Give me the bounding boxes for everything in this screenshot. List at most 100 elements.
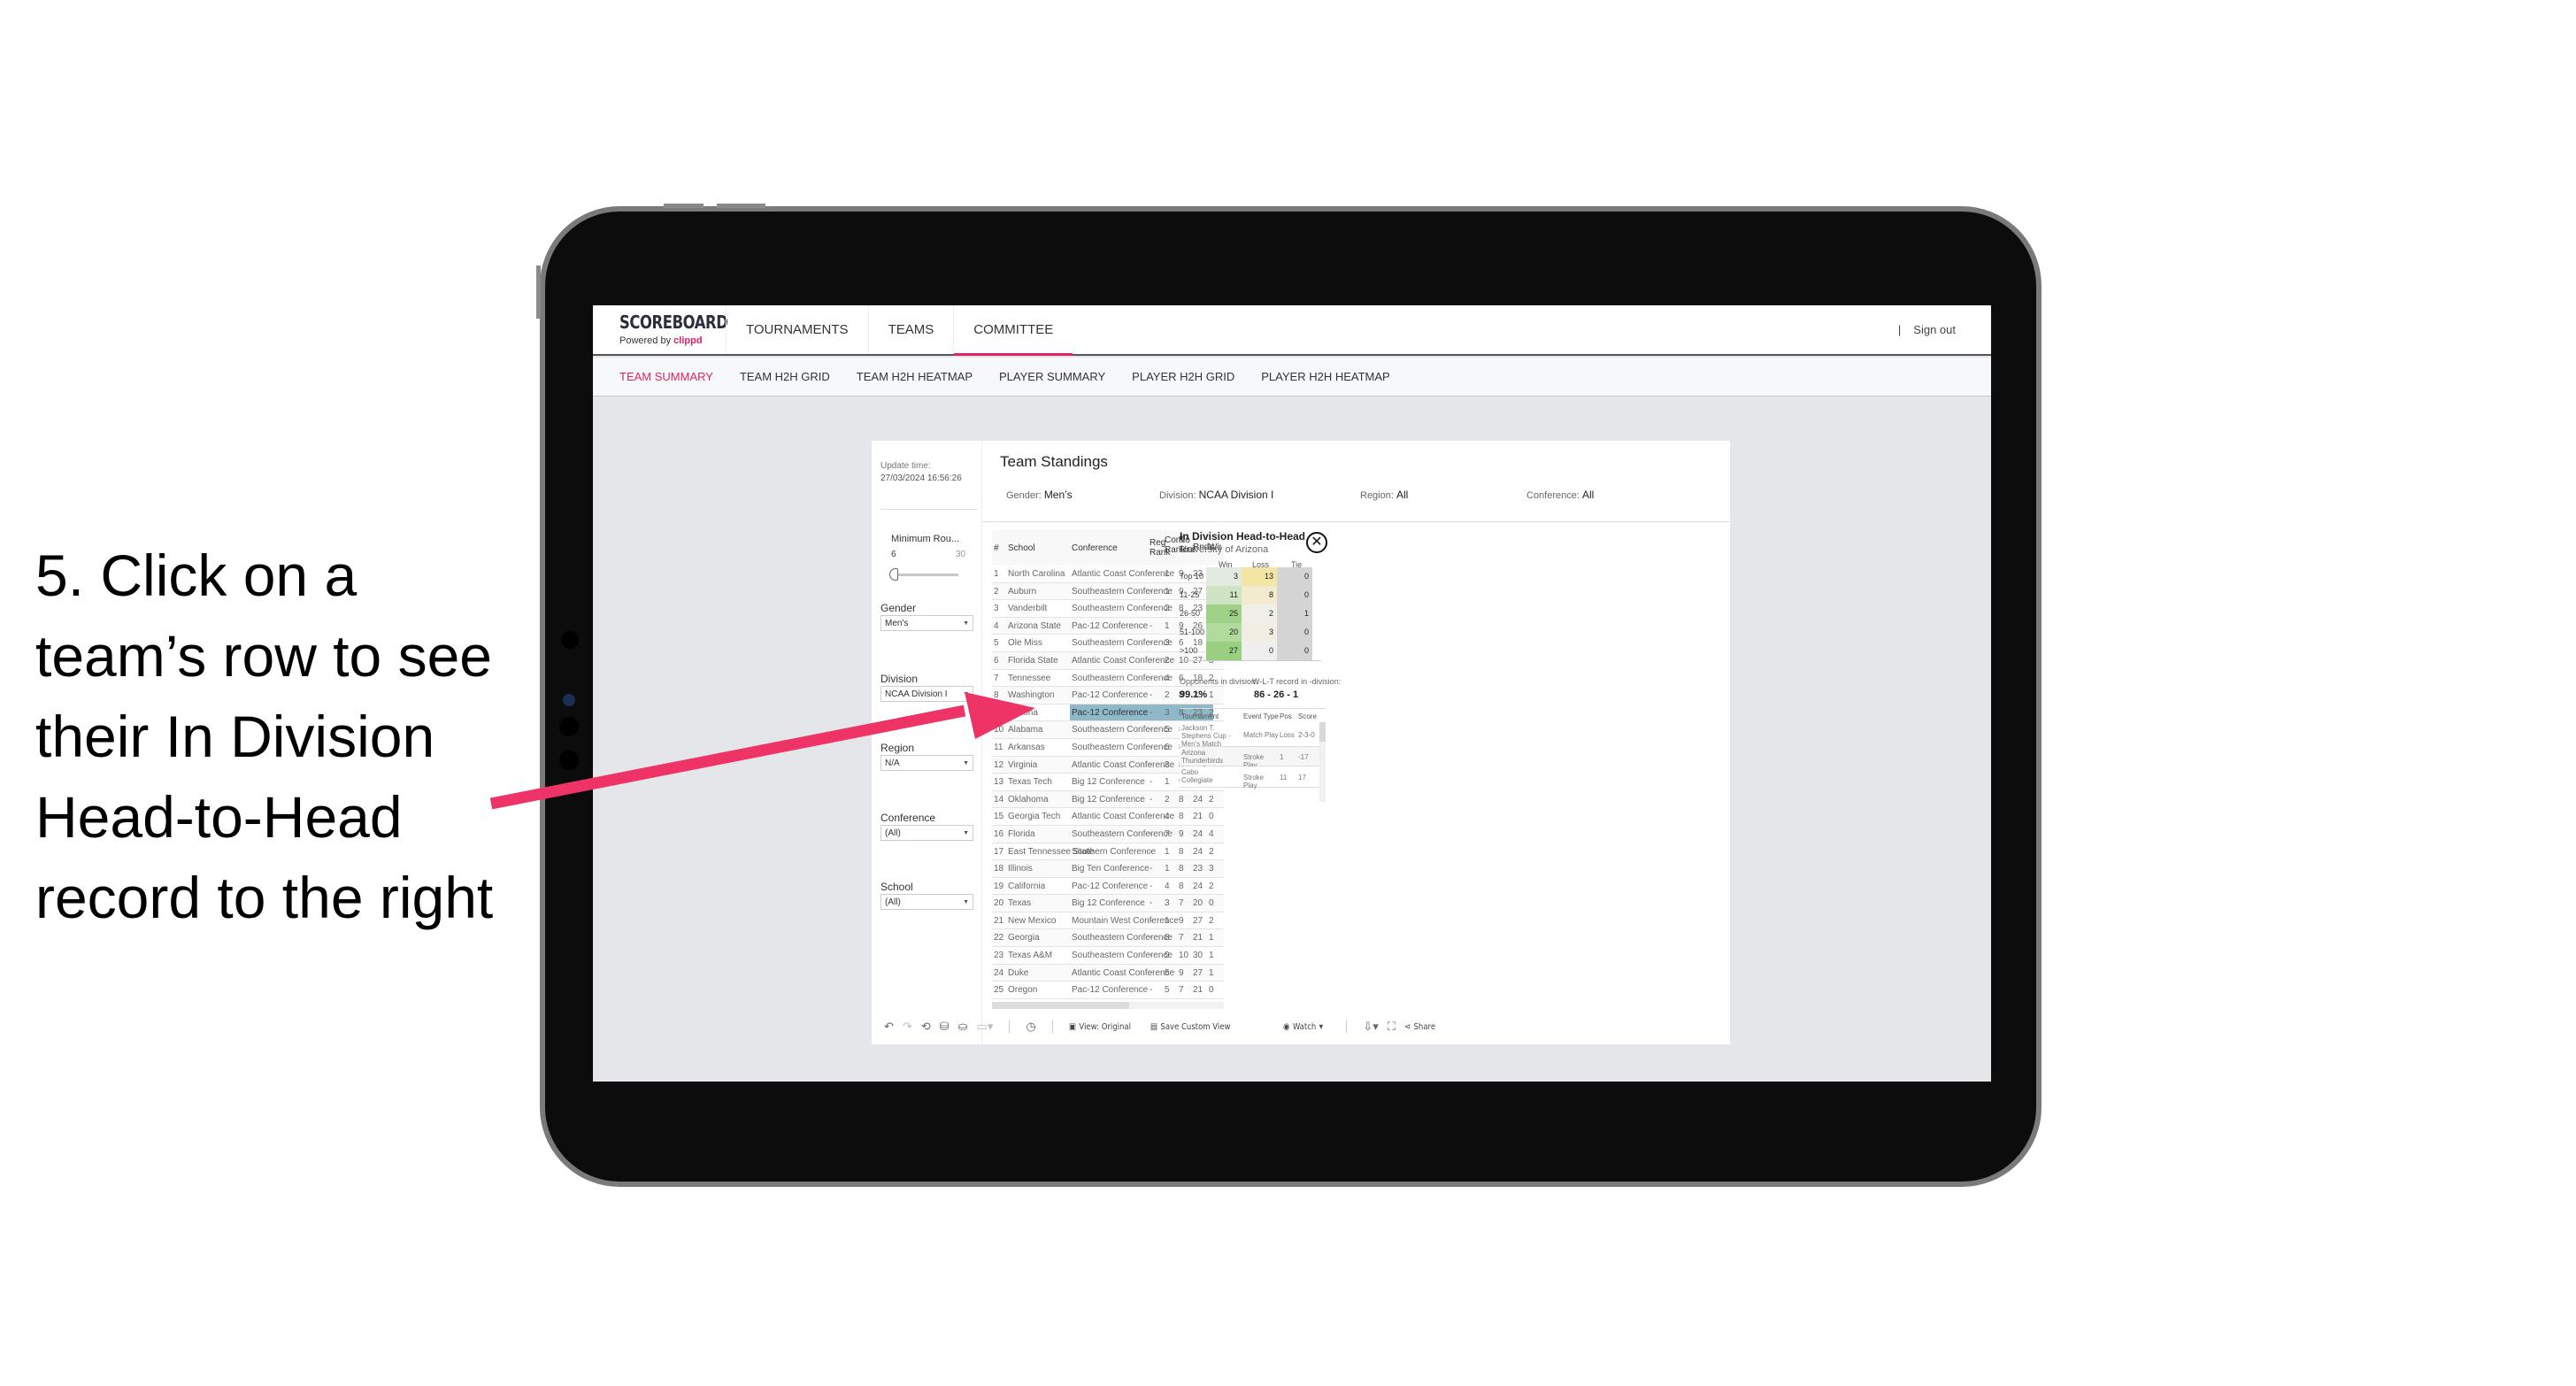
table-horizontal-scrollbar[interactable] <box>992 1002 1224 1009</box>
cell-conf-rank: 7 <box>1165 828 1170 839</box>
tablet-sensor <box>559 751 579 770</box>
table-row[interactable]: 22 Georgia Southeastern Conference - 8 7 21 1 <box>992 929 1224 948</box>
fullscreen-icon[interactable]: ⛶ <box>1388 1020 1396 1034</box>
cell-reg-rank: - <box>1150 898 1153 909</box>
cell-rnds: 21 <box>1193 985 1203 996</box>
h2h-cell-loss[interactable]: 8 <box>1242 586 1277 604</box>
top-nav: SCOREBOARD Powered by clippd TOURNAMENTS… <box>593 305 1991 356</box>
scrollbar-thumb[interactable] <box>1319 722 1326 742</box>
h2h-cell-loss[interactable]: 2 <box>1242 604 1277 623</box>
tab-team-summary[interactable]: TEAM SUMMARY <box>619 370 713 383</box>
min-rounds-slider-handle[interactable] <box>889 568 898 581</box>
cell-no-tour: 8 <box>1179 881 1184 891</box>
nav-teams[interactable]: TEAMS <box>867 305 954 354</box>
conference-select[interactable]: (All) ▼ <box>880 825 973 841</box>
tournament-event-type: Stroke Play <box>1243 774 1265 789</box>
meta-conference: Conference: All <box>1526 489 1594 501</box>
h2h-cell-win[interactable]: 11 <box>1206 586 1242 604</box>
col-num[interactable]: # <box>994 543 999 553</box>
cell-no-tour: 8 <box>1179 846 1184 857</box>
nav-tournaments[interactable]: TOURNAMENTS <box>726 305 868 354</box>
table-row[interactable]: 23 Texas A&M Southeastern Conference - 9 10 30… <box>992 947 1224 965</box>
toolbar-divider <box>1009 1020 1011 1033</box>
h2h-cell-tie[interactable]: 0 <box>1277 586 1312 604</box>
table-row[interactable]: 19 California Pac-12 Conference - 4 8 24 2 <box>992 877 1224 896</box>
h2h-cell-win[interactable]: 27 <box>1206 642 1242 660</box>
table-row[interactable]: 17 East Tennessee State Southern Conferenc… <box>992 843 1224 861</box>
h2h-cell-loss[interactable]: 0 <box>1242 642 1277 660</box>
cell-school: Georgia Tech <box>1008 812 1061 822</box>
h2h-cell-loss[interactable]: 13 <box>1242 567 1277 586</box>
h2h-cell-tie[interactable]: 0 <box>1277 642 1312 660</box>
tab-player-h2h-grid[interactable]: PLAYER H2H GRID <box>1132 370 1234 383</box>
table-row[interactable]: 20 Texas Big 12 Conference - 3 7 20 0 <box>992 895 1224 912</box>
tournament-scrollbar[interactable] <box>1319 722 1326 802</box>
scoreboard-logo[interactable]: SCOREBOARD Powered by clippd <box>593 305 728 354</box>
table-row[interactable]: 21 New Mexico Mountain West Conference -1 9 2… <box>992 912 1224 930</box>
undo-icon[interactable]: ↶ <box>884 1020 894 1034</box>
sub-nav: TEAM SUMMARY TEAM H2H GRID TEAM H2H HEAT… <box>593 358 1991 397</box>
h2h-cell-tie[interactable]: 0 <box>1277 567 1312 586</box>
division-select[interactable]: NCAA Division I ▼ <box>880 686 973 702</box>
h2h-cell-loss[interactable]: 3 <box>1242 623 1277 642</box>
presentation-icon[interactable]: ▭▾ <box>977 1020 994 1034</box>
table-row[interactable]: 25 Oregon Pac-12 Conference - 5 7 21 0 <box>992 982 1224 999</box>
h2h-cell-win[interactable]: 20 <box>1206 623 1242 642</box>
table-row[interactable]: 14 Oklahoma Big 12 Conference -2 8 24 2 <box>992 790 1224 809</box>
col-school[interactable]: School <box>1008 543 1035 553</box>
h2h-cell-tie[interactable]: 0 <box>1277 623 1312 642</box>
download-icon[interactable]: ⇩▾ <box>1363 1020 1378 1034</box>
share-button[interactable]: ⋖ Share <box>1404 1022 1435 1032</box>
tab-team-h2h-grid[interactable]: TEAM H2H GRID <box>740 370 830 383</box>
cell-reg-rank: - <box>1150 881 1153 891</box>
h2h-cell-tie[interactable]: 1 <box>1277 604 1312 623</box>
min-rounds-slider-track[interactable] <box>895 574 958 576</box>
cell-reg-rank: - <box>1150 742 1153 752</box>
cell-reg-rank: - <box>1150 933 1153 943</box>
view-icon: ▣ <box>1068 1021 1076 1032</box>
col-conference[interactable]: Conference <box>1072 543 1118 553</box>
view-original-button[interactable]: ▣ View: Original <box>1069 1022 1131 1032</box>
table-row[interactable]: 16 Florida Southeastern Conference - 7 9 24 4 <box>992 825 1224 843</box>
tab-player-h2h-heatmap[interactable]: PLAYER H2H HEATMAP <box>1261 370 1389 383</box>
refresh-data-icon[interactable]: ⛁ <box>940 1020 950 1034</box>
share-label: Share <box>1413 1021 1435 1032</box>
h2h-cell-win[interactable]: 25 <box>1206 604 1242 623</box>
region-select[interactable]: N/A ▼ <box>880 755 973 771</box>
redo-icon[interactable]: ↷ <box>903 1020 912 1034</box>
min-rounds-min: 6 <box>891 550 896 559</box>
cell-school: Texas A&M <box>1008 951 1053 961</box>
min-rounds-max: 30 <box>956 550 966 559</box>
tournament-score: -17 <box>1298 753 1309 761</box>
tournament-row[interactable]: Arizona Thunderbirds IntercollegiateStro… <box>1180 747 1319 773</box>
table-row[interactable]: 24 Duke Atlantic Coast Conference - 5 9 27 1 <box>992 964 1224 982</box>
chevron-down-icon: ▼ <box>963 898 969 905</box>
cell-conf-rank: 2 <box>1165 690 1170 701</box>
meta-gender-label: Gender: <box>1006 490 1042 501</box>
sign-out-link[interactable]: Sign out <box>1913 323 1956 336</box>
save-custom-view-button[interactable]: ▤ Save Custom View <box>1150 1022 1230 1032</box>
cell-rnds: 27 <box>1193 967 1203 978</box>
tab-player-summary[interactable]: PLAYER SUMMARY <box>999 370 1105 383</box>
cell-conf-rank: 1 <box>1165 915 1170 926</box>
close-h2h-button[interactable]: ✕ <box>1306 532 1327 553</box>
school-select[interactable]: (All) ▼ <box>880 894 973 910</box>
metrics-icon[interactable]: ◷ <box>1026 1020 1035 1034</box>
pause-updates-icon[interactable]: ⛀ <box>958 1020 968 1034</box>
cell-rank: 10 <box>994 725 1004 735</box>
viz-toolbar: ↶ ↷ ⟲ ⛁ ⛀ ▭▾ ◷ ▣ View: Original ▤ Save Cus… <box>872 1013 1730 1040</box>
revert-icon[interactable]: ⟲ <box>921 1020 931 1034</box>
h2h-cell-win[interactable]: 3 <box>1206 567 1242 586</box>
chevron-down-icon: ▾ <box>1319 1021 1324 1032</box>
watch-button[interactable]: ◉ Watch ▾ <box>1283 1022 1323 1032</box>
table-row[interactable]: 15 Georgia Tech Atlantic Coast Conference -… <box>992 808 1224 826</box>
tournament-score: 2-3-0 <box>1298 731 1315 739</box>
tournament-row[interactable]: Jackson T. Stephens Cup - Men's Match Pl… <box>1180 722 1319 756</box>
gender-select[interactable]: Men's ▼ <box>880 615 973 631</box>
table-row[interactable]: 18 Illinois Big Ten Conference - 1 8 23 3 <box>992 860 1224 878</box>
scrollbar-thumb[interactable] <box>992 1002 1129 1009</box>
share-icon: ⋖ <box>1403 1021 1411 1032</box>
nav-committee[interactable]: COMMITTEE <box>953 305 1073 356</box>
tournament-row[interactable]: Cabo Collegiate Stroke Play 11 17 <box>1180 766 1319 789</box>
tab-team-h2h-heatmap[interactable]: TEAM H2H HEATMAP <box>857 370 973 383</box>
